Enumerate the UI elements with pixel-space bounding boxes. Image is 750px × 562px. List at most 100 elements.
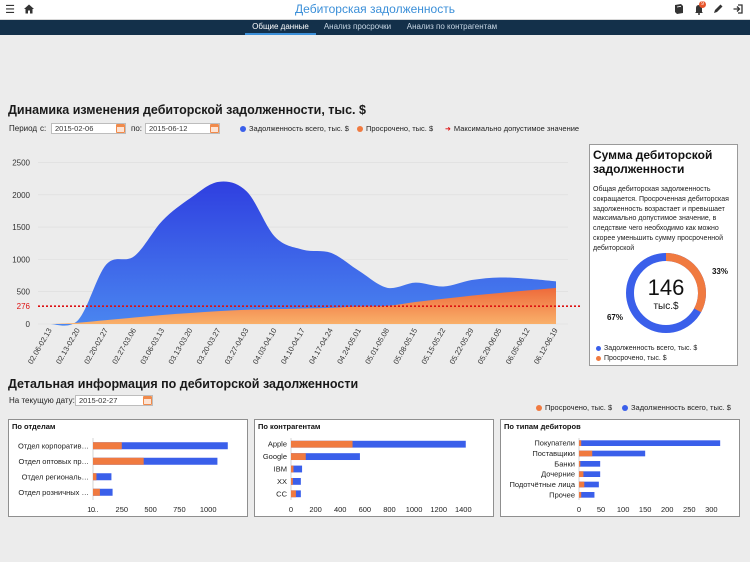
x-tick-label: 03.27-04.03 [223, 327, 251, 366]
legend-total: Задолженность всего, тыс. $ [240, 124, 349, 133]
tab-general-data[interactable]: Общие данные [245, 20, 316, 35]
donut-unit: тыс.$ [653, 301, 679, 312]
details-title: Детальная информация по дебиторской задо… [8, 377, 359, 391]
arrow-right-icon: ➜ [445, 126, 451, 133]
departments-panel: По отделам Отдел корпоратив… Отдел оптовы… [8, 419, 248, 517]
summary-text: Общая дебиторская задолженность сокращае… [593, 186, 729, 252]
x-tick-label: 04.10-04.17 [279, 327, 307, 366]
current-date-input[interactable]: 2015-02-27 [75, 395, 153, 406]
bar-overdue [579, 481, 585, 488]
tab-overdue-analysis[interactable]: Анализ просрочки [319, 20, 396, 35]
category-label: CC [276, 489, 287, 498]
counterparties-bar-chart: Apple Google IBM XX CC0 200 400 600 800 1000 1200 1… [263, 438, 472, 514]
calendar-icon[interactable] [143, 396, 152, 405]
from-label: с: [40, 124, 47, 133]
donut-pct-total: 67% [607, 313, 623, 322]
period-label: Период [9, 124, 38, 133]
x-tick-label: 800 [383, 505, 396, 514]
bar-overdue [579, 460, 581, 467]
category-label: Apple [268, 440, 287, 449]
x-tick-label: 06.05-06.12 [504, 327, 532, 366]
y-tick-label: 1000 [12, 255, 30, 264]
logout-icon[interactable] [731, 3, 745, 17]
y-tick-label: 2500 [12, 158, 30, 167]
x-tick-label: 02.20-02.27 [82, 327, 110, 366]
x-tick-label: 200 [661, 505, 674, 514]
summary-legend-overdue: Просрочено, тыс. $ [596, 355, 667, 362]
legend-dot-overdue [357, 125, 363, 132]
bar-overdue [93, 457, 144, 465]
summary-legend-total: Задолженность всего, тыс. $ [596, 345, 697, 352]
legend-overdue: Просрочено, тыс. $ [357, 124, 433, 133]
current-date-label: На текущую дату: [9, 396, 75, 405]
x-tick-label: 03.13-03.20 [166, 327, 194, 366]
counterparties-title: По контрагентам [258, 422, 321, 431]
period-from-input[interactable]: 2015-02-06 [51, 123, 126, 134]
x-tick-label: 750 [173, 505, 186, 514]
legend-dot-overdue [596, 355, 601, 361]
x-tick-label: 1200 [430, 505, 447, 514]
calendar-icon[interactable] [210, 124, 219, 133]
category-label: Отдел розничных … [18, 488, 89, 497]
category-label: Дочерние [541, 470, 575, 479]
bar-overdue [579, 440, 582, 447]
y-tick-label: 0 [26, 320, 31, 329]
x-tick-label: 03.20-03.27 [195, 327, 223, 366]
x-tick-label: 600 [359, 505, 372, 514]
x-tick-label: 1… [87, 505, 99, 514]
legend-dot-total [596, 345, 601, 351]
legend-dot-overdue [536, 404, 542, 411]
x-tick-label: 04.24-05.01 [335, 327, 363, 366]
category-label: Поставщики [532, 449, 575, 458]
notification-badge: 9 [699, 1, 706, 8]
bar-overdue [291, 490, 296, 498]
calendar-icon[interactable] [116, 124, 125, 133]
x-tick-label: 05.08-05.15 [391, 327, 419, 366]
category-label: Банки [554, 459, 575, 468]
x-tick-label: 06.12-06.19 [532, 327, 560, 366]
legend-dot-total [240, 125, 246, 132]
app-title: Дебиторская задолженность [295, 2, 455, 16]
to-label: по: [131, 124, 143, 133]
details-legend-overdue: Просрочено, тыс. $ [536, 403, 612, 412]
y-tick-label: 500 [17, 288, 31, 297]
category-label: Отдел корпоратив… [18, 441, 89, 450]
category-label: XX [277, 477, 287, 486]
category-label: IBM [274, 465, 287, 474]
summary-panel: Сумма дебиторской задолженности Общая де… [589, 144, 738, 366]
x-tick-label: 05.01-05.08 [363, 327, 391, 366]
counterparties-panel: По контрагентам Apple Google IBM XX CC 0 200 40… [254, 419, 494, 517]
x-tick-label: 500 [144, 505, 157, 514]
legend-max: ➜ Максимально допустимое значение [445, 124, 580, 133]
dynamics-title: Динамика изменения дебиторской задолженн… [8, 103, 366, 117]
x-tick-label: 0 [577, 505, 581, 514]
x-tick-label: 400 [334, 505, 347, 514]
bar-overdue [93, 442, 122, 450]
edit-pencil-icon[interactable] [711, 3, 725, 17]
book-icon[interactable] [672, 3, 686, 17]
bar-overdue [579, 450, 593, 457]
bar-overdue [291, 477, 293, 485]
debtor-types-panel: По типам дебиторов Покупатели Поставщики Б… [500, 419, 740, 517]
details-legend-total: Задолженность всего, тыс. $ [622, 403, 731, 412]
tab-counterparty-analysis[interactable]: Анализ по контрагентам [402, 20, 502, 35]
donut-chart: 146тыс.$ 33% 67% [607, 253, 728, 333]
bar-overdue [291, 453, 306, 461]
x-tick-label: 02.06-02.13 [26, 327, 54, 366]
x-tick-label: 1000 [200, 505, 217, 514]
donut-pct-overdue: 33% [712, 267, 728, 276]
x-tick-label: 300 [705, 505, 718, 514]
x-tick-label: 100 [617, 505, 630, 514]
x-tick-label: 1000 [406, 505, 423, 514]
top-bar: ☰ Дебиторская задолженность 9 [0, 0, 750, 20]
category-label: Отдел региональ… [22, 472, 89, 481]
period-to-input[interactable]: 2015-06-12 [145, 123, 220, 134]
x-tick-label: 250 [116, 505, 129, 514]
x-tick-label: 1400 [455, 505, 472, 514]
x-tick-label: 04.03-04.10 [251, 327, 279, 366]
x-tick-label: 150 [639, 505, 652, 514]
category-label: Google [263, 452, 287, 461]
category-label: Прочее [549, 490, 575, 499]
x-tick-label: 05.29-06.05 [476, 327, 504, 366]
bar-overdue [291, 440, 353, 448]
